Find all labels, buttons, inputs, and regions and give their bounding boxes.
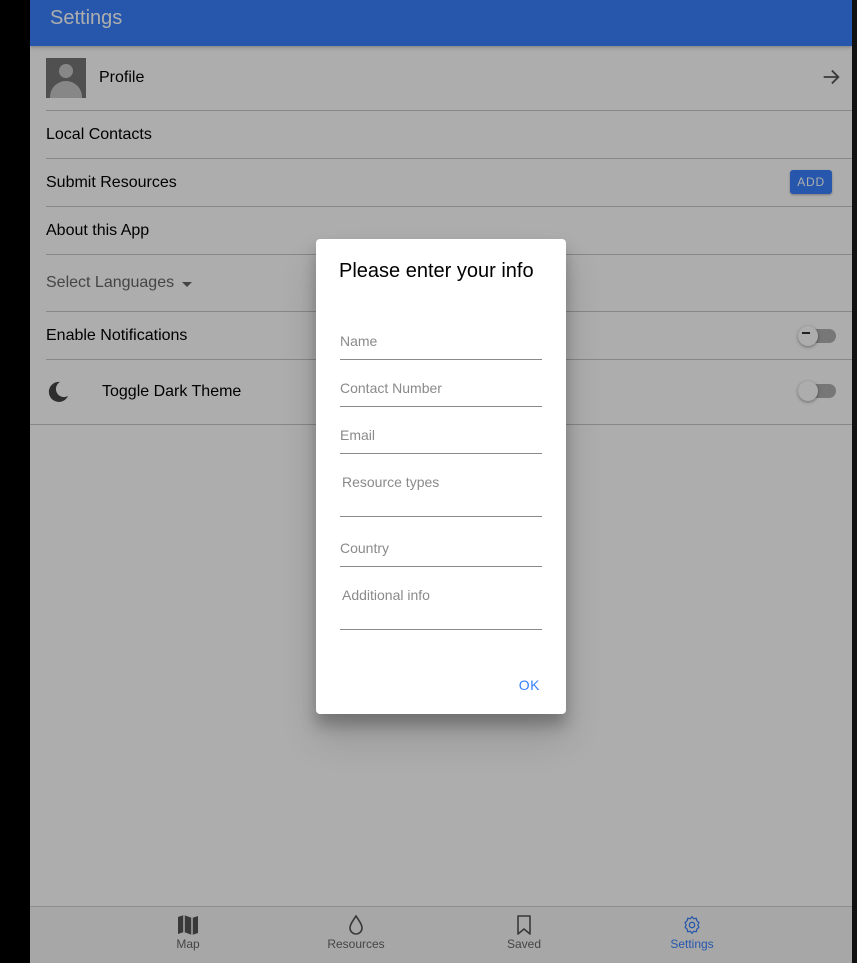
email-field-wrapper — [340, 427, 542, 454]
window-edge — [852, 0, 857, 963]
ok-button[interactable]: OK — [519, 677, 540, 693]
info-dialog: Please enter your info OK — [316, 239, 566, 714]
resource-types-field-wrapper — [340, 474, 544, 517]
email-input[interactable] — [340, 427, 542, 443]
contact-field-wrapper — [340, 380, 542, 407]
country-input[interactable] — [340, 540, 542, 556]
country-field-wrapper — [340, 540, 542, 567]
name-field-wrapper — [340, 333, 542, 360]
additional-info-field-wrapper — [340, 587, 544, 630]
additional-info-input[interactable] — [340, 587, 544, 619]
resource-types-input[interactable] — [340, 474, 544, 506]
name-input[interactable] — [340, 333, 542, 349]
dialog-title: Please enter your info — [339, 260, 534, 282]
contact-number-input[interactable] — [340, 380, 542, 396]
